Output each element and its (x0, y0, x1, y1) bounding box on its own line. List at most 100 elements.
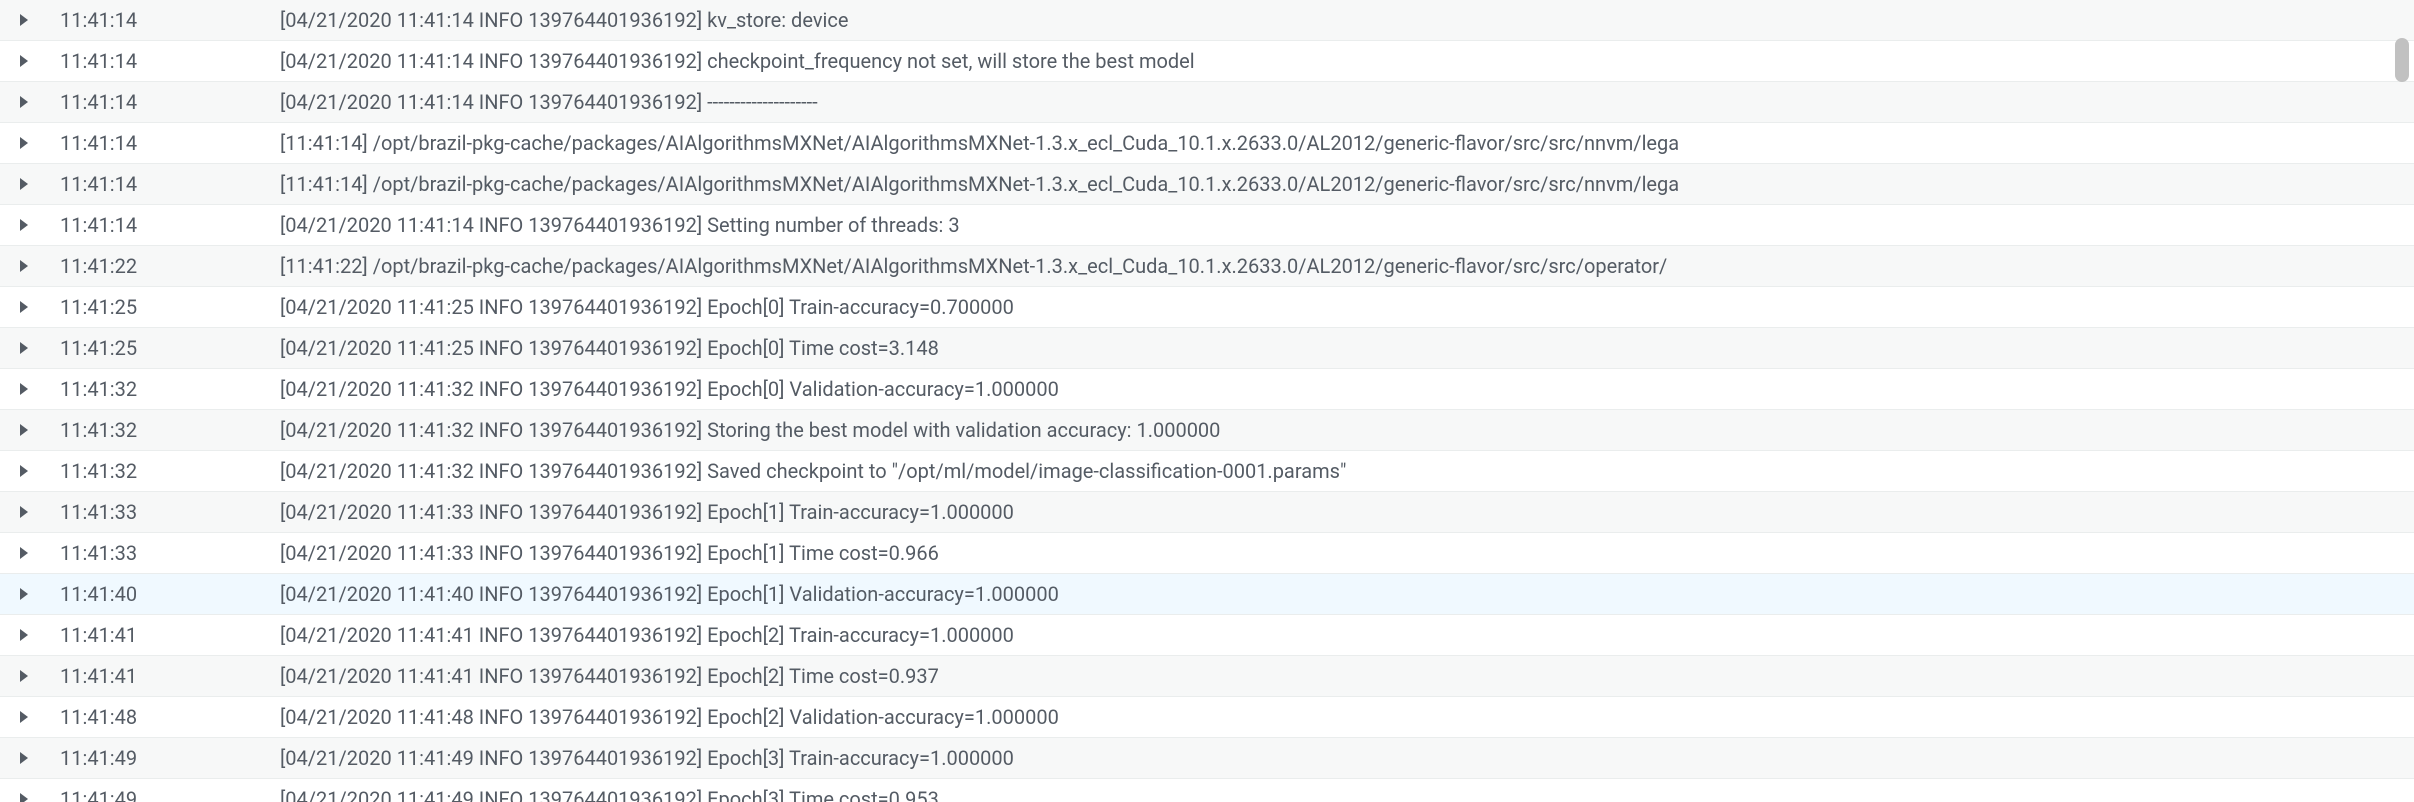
timestamp-cell: 11:41:48 (48, 705, 280, 729)
log-row[interactable]: 11:41:32[04/21/2020 11:41:32 INFO 139764… (0, 451, 2414, 492)
timestamp-cell: 11:41:41 (48, 664, 280, 688)
scrollbar-track[interactable] (2393, 0, 2411, 802)
log-row[interactable]: 11:41:41[04/21/2020 11:41:41 INFO 139764… (0, 656, 2414, 697)
timestamp-cell: 11:41:22 (48, 254, 280, 278)
timestamp-cell: 11:41:14 (48, 172, 280, 196)
timestamp-cell: 11:41:14 (48, 131, 280, 155)
message-cell: [04/21/2020 11:41:40 INFO 13976440193619… (280, 582, 2414, 606)
expand-cell (0, 793, 48, 802)
log-row[interactable]: 11:41:41[04/21/2020 11:41:41 INFO 139764… (0, 615, 2414, 656)
timestamp-cell: 11:41:14 (48, 90, 280, 114)
caret-right-icon[interactable] (20, 178, 28, 190)
timestamp-cell: 11:41:41 (48, 623, 280, 647)
expand-cell (0, 137, 48, 149)
caret-right-icon[interactable] (20, 260, 28, 272)
timestamp-cell: 11:41:14 (48, 49, 280, 73)
log-row[interactable]: 11:41:32[04/21/2020 11:41:32 INFO 139764… (0, 410, 2414, 451)
timestamp-cell: 11:41:32 (48, 377, 280, 401)
caret-right-icon[interactable] (20, 14, 28, 26)
log-row[interactable]: 11:41:49[04/21/2020 11:41:49 INFO 139764… (0, 779, 2414, 802)
timestamp-cell: 11:41:25 (48, 336, 280, 360)
timestamp-cell: 11:41:49 (48, 787, 280, 802)
message-cell: [04/21/2020 11:41:41 INFO 13976440193619… (280, 623, 2414, 647)
caret-right-icon[interactable] (20, 629, 28, 641)
timestamp-cell: 11:41:33 (48, 541, 280, 565)
expand-cell (0, 55, 48, 67)
expand-cell (0, 547, 48, 559)
message-cell: [04/21/2020 11:41:14 INFO 13976440193619… (280, 213, 2414, 237)
message-cell: [11:41:14] /opt/brazil-pkg-cache/package… (280, 131, 2414, 155)
log-row[interactable]: 11:41:14[04/21/2020 11:41:14 INFO 139764… (0, 41, 2414, 82)
scrollbar-thumb[interactable] (2395, 38, 2409, 82)
message-cell: [04/21/2020 11:41:32 INFO 13976440193619… (280, 459, 2414, 483)
expand-cell (0, 96, 48, 108)
caret-right-icon[interactable] (20, 506, 28, 518)
expand-cell (0, 465, 48, 477)
log-row[interactable]: 11:41:32[04/21/2020 11:41:32 INFO 139764… (0, 369, 2414, 410)
expand-cell (0, 178, 48, 190)
message-cell: [04/21/2020 11:41:32 INFO 13976440193619… (280, 377, 2414, 401)
expand-cell (0, 670, 48, 682)
caret-right-icon[interactable] (20, 793, 28, 802)
caret-right-icon[interactable] (20, 424, 28, 436)
message-cell: [04/21/2020 11:41:14 INFO 13976440193619… (280, 8, 2414, 32)
caret-right-icon[interactable] (20, 96, 28, 108)
message-cell: [11:41:22] /opt/brazil-pkg-cache/package… (280, 254, 2414, 278)
log-row[interactable]: 11:41:14[04/21/2020 11:41:14 INFO 139764… (0, 0, 2414, 41)
caret-right-icon[interactable] (20, 55, 28, 67)
caret-right-icon[interactable] (20, 670, 28, 682)
message-cell: [04/21/2020 11:41:14 INFO 13976440193619… (280, 90, 2414, 114)
message-cell: [04/21/2020 11:41:33 INFO 13976440193619… (280, 500, 2414, 524)
timestamp-cell: 11:41:40 (48, 582, 280, 606)
message-cell: [04/21/2020 11:41:49 INFO 13976440193619… (280, 746, 2414, 770)
log-row[interactable]: 11:41:22[11:41:22] /opt/brazil-pkg-cache… (0, 246, 2414, 287)
message-cell: [11:41:14] /opt/brazil-pkg-cache/package… (280, 172, 2414, 196)
log-row[interactable]: 11:41:14[04/21/2020 11:41:14 INFO 139764… (0, 82, 2414, 123)
expand-cell (0, 629, 48, 641)
log-row[interactable]: 11:41:49[04/21/2020 11:41:49 INFO 139764… (0, 738, 2414, 779)
expand-cell (0, 711, 48, 723)
log-table: 11:41:14[04/21/2020 11:41:14 INFO 139764… (0, 0, 2414, 802)
timestamp-cell: 11:41:49 (48, 746, 280, 770)
caret-right-icon[interactable] (20, 588, 28, 600)
expand-cell (0, 424, 48, 436)
expand-cell (0, 219, 48, 231)
log-row[interactable]: 11:41:14[04/21/2020 11:41:14 INFO 139764… (0, 205, 2414, 246)
caret-right-icon[interactable] (20, 752, 28, 764)
caret-right-icon[interactable] (20, 342, 28, 354)
log-row[interactable]: 11:41:48[04/21/2020 11:41:48 INFO 139764… (0, 697, 2414, 738)
expand-cell (0, 301, 48, 313)
timestamp-cell: 11:41:33 (48, 500, 280, 524)
log-row[interactable]: 11:41:40[04/21/2020 11:41:40 INFO 139764… (0, 574, 2414, 615)
expand-cell (0, 14, 48, 26)
timestamp-cell: 11:41:14 (48, 213, 280, 237)
timestamp-cell: 11:41:14 (48, 8, 280, 32)
expand-cell (0, 506, 48, 518)
message-cell: [04/21/2020 11:41:14 INFO 13976440193619… (280, 49, 2414, 73)
message-cell: [04/21/2020 11:41:33 INFO 13976440193619… (280, 541, 2414, 565)
message-cell: [04/21/2020 11:41:41 INFO 13976440193619… (280, 664, 2414, 688)
message-cell: [04/21/2020 11:41:25 INFO 13976440193619… (280, 336, 2414, 360)
caret-right-icon[interactable] (20, 219, 28, 231)
log-row[interactable]: 11:41:33[04/21/2020 11:41:33 INFO 139764… (0, 492, 2414, 533)
caret-right-icon[interactable] (20, 711, 28, 723)
message-cell: [04/21/2020 11:41:32 INFO 13976440193619… (280, 418, 2414, 442)
caret-right-icon[interactable] (20, 301, 28, 313)
expand-cell (0, 260, 48, 272)
message-cell: [04/21/2020 11:41:48 INFO 13976440193619… (280, 705, 2414, 729)
caret-right-icon[interactable] (20, 137, 28, 149)
timestamp-cell: 11:41:25 (48, 295, 280, 319)
expand-cell (0, 588, 48, 600)
message-cell: [04/21/2020 11:41:25 INFO 13976440193619… (280, 295, 2414, 319)
log-row[interactable]: 11:41:14[11:41:14] /opt/brazil-pkg-cache… (0, 164, 2414, 205)
caret-right-icon[interactable] (20, 465, 28, 477)
caret-right-icon[interactable] (20, 547, 28, 559)
expand-cell (0, 383, 48, 395)
caret-right-icon[interactable] (20, 383, 28, 395)
log-row[interactable]: 11:41:14[11:41:14] /opt/brazil-pkg-cache… (0, 123, 2414, 164)
message-cell: [04/21/2020 11:41:49 INFO 13976440193619… (280, 787, 2414, 802)
log-row[interactable]: 11:41:25[04/21/2020 11:41:25 INFO 139764… (0, 328, 2414, 369)
expand-cell (0, 752, 48, 764)
log-row[interactable]: 11:41:25[04/21/2020 11:41:25 INFO 139764… (0, 287, 2414, 328)
log-row[interactable]: 11:41:33[04/21/2020 11:41:33 INFO 139764… (0, 533, 2414, 574)
